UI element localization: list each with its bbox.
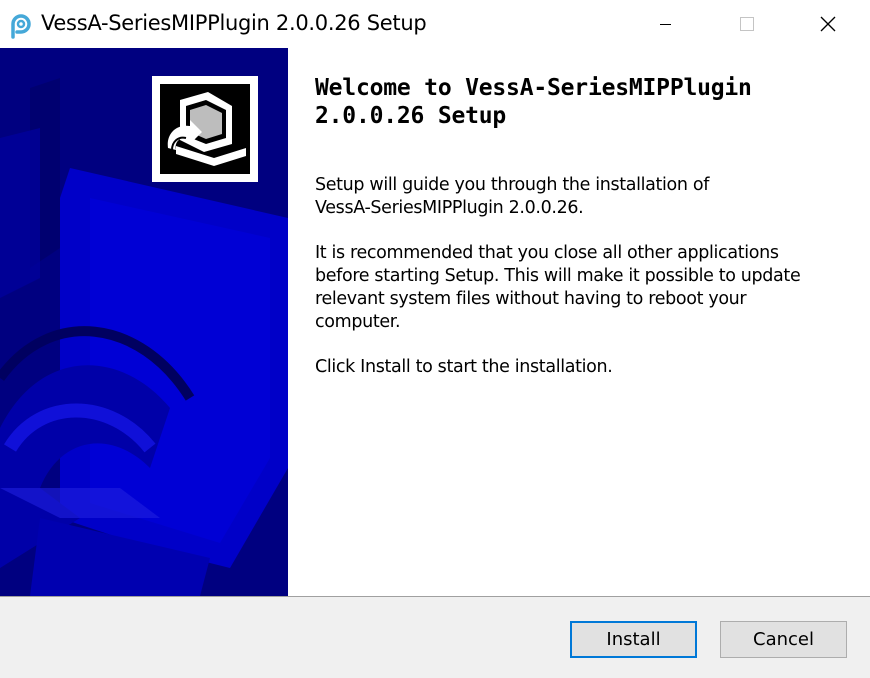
- cancel-button[interactable]: Cancel: [720, 621, 847, 658]
- window-title: VessA-SeriesMIPPlugin 2.0.0.26 Setup: [41, 11, 427, 35]
- setup-window: VessA-SeriesMIPPlugin 2.0.0.26 Setup Wel…: [0, 0, 870, 678]
- title-bar[interactable]: VessA-SeriesMIPPlugin 2.0.0.26 Setup: [0, 0, 870, 48]
- install-button[interactable]: Install: [570, 621, 697, 658]
- computer-install-icon: [152, 76, 258, 182]
- banner-graphic: [0, 48, 288, 596]
- maximize-button[interactable]: [702, 0, 792, 48]
- close-button[interactable]: [784, 0, 870, 48]
- button-bar: Install Cancel: [0, 596, 870, 678]
- welcome-banner: [0, 48, 288, 596]
- minimize-icon: [660, 24, 671, 25]
- close-icon: [820, 16, 836, 32]
- p-logo-icon: [11, 14, 31, 39]
- minimize-button[interactable]: [620, 0, 710, 48]
- intro-text: Setup will guide you through the install…: [315, 175, 710, 218]
- maximize-icon: [740, 17, 754, 31]
- recommendation-text: It is recommended that you close all oth…: [315, 243, 801, 332]
- instruction-text: Click Install to start the installation.: [315, 357, 613, 377]
- welcome-heading: Welcome to VessA-SeriesMIPPlugin 2.0.0.2…: [315, 75, 752, 129]
